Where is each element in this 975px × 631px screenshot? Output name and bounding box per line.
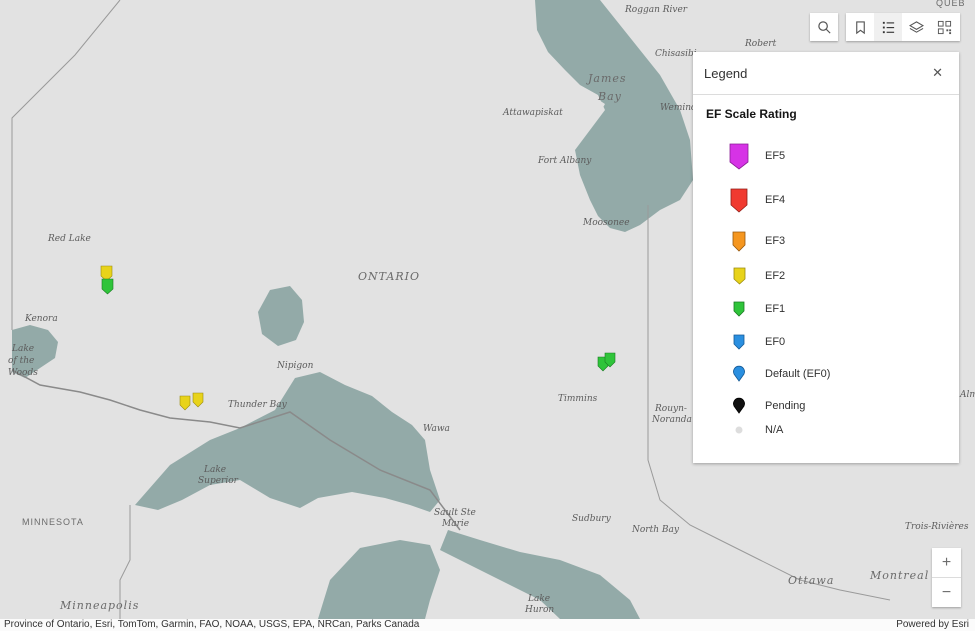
label-lake-woods-3: Woods	[8, 368, 38, 378]
legend-item-pending: Pending	[727, 397, 805, 415]
label-james-bay-1: James	[586, 72, 627, 85]
legend-item-ef5: EF5	[727, 142, 785, 170]
label-roggan-river: Roggan River	[624, 5, 688, 15]
qr-code-icon	[937, 20, 951, 34]
ef0-marker-icon	[733, 334, 745, 350]
label-thunder-bay: Thunder Bay	[228, 400, 288, 410]
pending-pin-icon	[733, 397, 745, 414]
label-ottawa: Ottawa	[788, 574, 834, 587]
ef4-marker-icon	[730, 188, 748, 213]
widget-toolbar	[846, 13, 960, 41]
legend-label: EF0	[765, 336, 786, 348]
legend-item-ef1: EF1	[727, 300, 785, 318]
legend-label: Default (EF0)	[765, 368, 831, 380]
attribution-sources[interactable]: Province of Ontario, Esri, TomTom, Garmi…	[4, 619, 419, 631]
powered-by-esri[interactable]: Powered by Esri	[896, 619, 969, 631]
label-james-bay-2: Bay	[597, 90, 622, 103]
label-moosonee: Moosonee	[582, 218, 630, 228]
legend-label: EF3	[765, 235, 786, 247]
label-lake-superior-1: Lake	[203, 465, 226, 475]
label-quebec: QUÉB	[936, 0, 966, 8]
legend-button[interactable]	[874, 13, 902, 41]
label-minneapolis: Minneapolis	[59, 599, 139, 612]
label-north-bay: North Bay	[631, 525, 680, 535]
na-dot-icon	[735, 426, 743, 434]
label-montreal: Montreal	[869, 569, 929, 582]
legend-item-ef2: EF2	[727, 266, 785, 286]
legend-panel: Legend ✕ EF Scale Rating EF5 EF4 EF3 EF2…	[693, 52, 959, 463]
label-minnesota: MINNESOTA	[22, 517, 84, 527]
zoom-control: + −	[932, 548, 961, 607]
label-sudbury: Sudbury	[572, 514, 612, 524]
label-nipigon: Nipigon	[276, 361, 314, 371]
legend-item-na: N/A	[727, 424, 783, 436]
zoom-in-button[interactable]: +	[932, 548, 961, 578]
legend-item-ef0: EF0	[727, 333, 785, 351]
list-icon	[882, 21, 894, 33]
label-kenora: Kenora	[24, 314, 58, 324]
ef5-marker-icon	[729, 143, 749, 170]
attribution-bar: Province of Ontario, Esri, TomTom, Garmi…	[0, 619, 975, 631]
label-robert: Robert	[744, 39, 777, 49]
label-attawapiskat: Attawapiskat	[502, 108, 563, 118]
label-red-lake: Red Lake	[47, 234, 91, 244]
label-trois-rivieres: Trois-Rivières	[905, 521, 969, 532]
legend-label: EF4	[765, 194, 786, 206]
search-icon	[817, 20, 831, 34]
label-chisasibi: Chisasibi	[655, 49, 697, 59]
legend-group-title: EF Scale Rating	[706, 107, 797, 121]
label-alma: Alm	[959, 390, 975, 400]
label-rouyn-2: Noranda	[651, 415, 692, 425]
legend-label: EF2	[765, 270, 786, 282]
label-lake-woods-1: Lake	[11, 344, 34, 354]
ef1-marker-icon	[733, 301, 745, 317]
label-timmins: Timmins	[558, 394, 598, 404]
legend-item-ef3: EF3	[727, 230, 785, 252]
label-wawa: Wawa	[423, 424, 450, 434]
close-icon[interactable]: ✕	[932, 65, 943, 81]
legend-item-default-ef0: Default (EF0)	[727, 365, 830, 383]
label-fort-albany: Fort Albany	[537, 156, 592, 166]
legend-label: Pending	[765, 400, 806, 412]
zoom-out-button[interactable]: −	[932, 578, 961, 607]
bookmarks-button[interactable]	[846, 13, 874, 41]
layers-icon	[908, 20, 924, 33]
ef3-marker-icon	[732, 231, 746, 252]
legend-label: EF5	[765, 150, 786, 162]
search-button[interactable]	[810, 13, 838, 41]
label-rouyn-1: Rouyn-	[654, 404, 687, 414]
ef2-marker-icon	[733, 267, 745, 285]
label-sault-2: Marie	[441, 519, 469, 529]
label-lake-woods-2: of the	[8, 356, 34, 366]
legend-label: EF1	[765, 303, 786, 315]
legend-item-ef4: EF4	[727, 187, 785, 213]
default-ef0-pin-icon	[733, 365, 745, 382]
legend-label: N/A	[765, 424, 784, 436]
legend-title: Legend	[704, 65, 748, 81]
label-lake-huron-1: Lake	[527, 594, 550, 604]
label-lake-superior-2: Superior	[198, 476, 239, 486]
label-lake-huron-2: Huron	[524, 605, 554, 615]
label-wemindji: Wemind	[660, 103, 697, 113]
bookmark-icon	[855, 20, 865, 34]
label-sault-1: Sault Ste	[434, 508, 476, 518]
qr-code-button[interactable]	[930, 13, 958, 41]
label-ontario: ONTARIO	[358, 270, 420, 283]
layers-button[interactable]	[902, 13, 930, 41]
legend-header: Legend ✕	[693, 52, 959, 95]
